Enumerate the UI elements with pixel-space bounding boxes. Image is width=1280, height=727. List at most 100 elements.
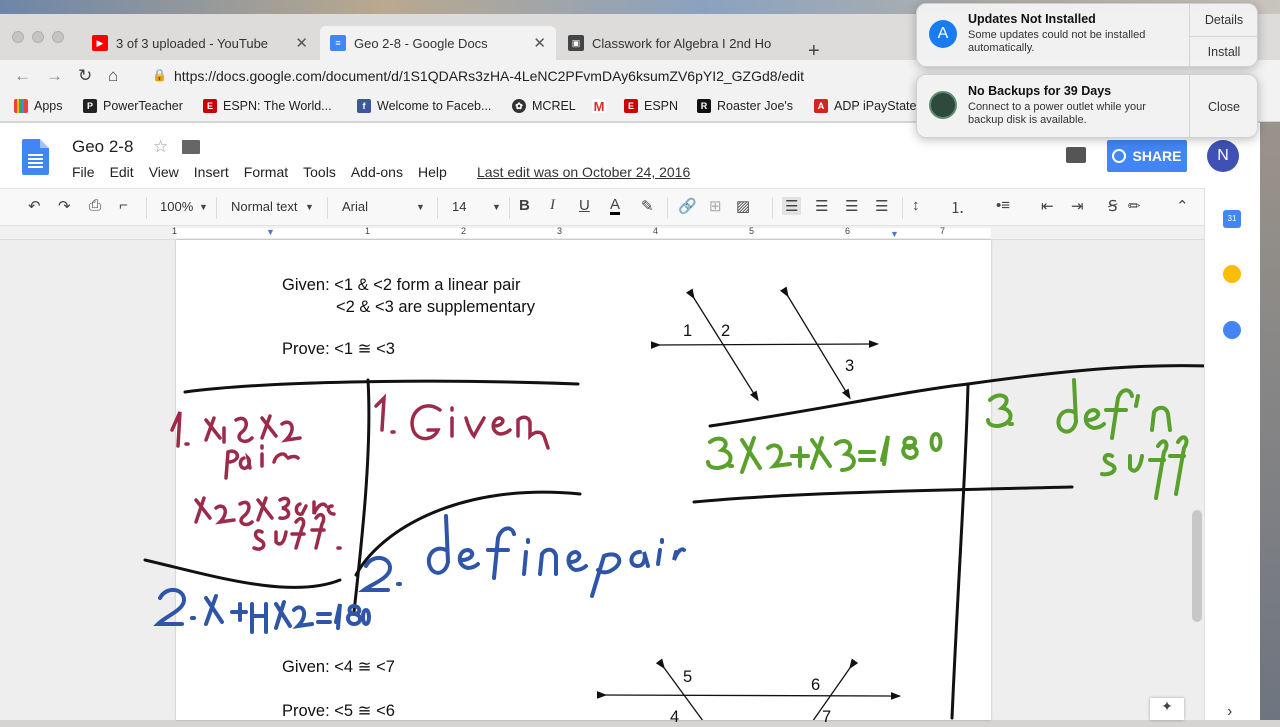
tab-classroom[interactable]: ▣ Classwork for Algebra I 2nd Ho <box>558 26 794 60</box>
bookmark-label: ESPN: The World... <box>223 99 332 113</box>
document-scrollbar[interactable] <box>1192 510 1202 622</box>
style-select[interactable]: Normal text <box>231 199 297 214</box>
tab-google-docs[interactable]: ≡ Geo 2-8 - Google Docs ✕ <box>320 26 556 60</box>
install-button[interactable]: Install <box>1190 45 1258 59</box>
bulleted-list-icon[interactable]: •≡ <box>996 197 1010 214</box>
google-docs-icon: ≡ <box>330 35 346 51</box>
notification-backups: No Backups for 39 Days Connect to a powe… <box>916 74 1258 138</box>
close-window-button[interactable] <box>12 31 24 43</box>
bookmark-roaster-joes[interactable]: R Roaster Joe's <box>697 99 793 113</box>
lock-icon: 🔒 <box>152 68 167 82</box>
last-edit-link[interactable]: Last edit was on October 24, 2016 <box>477 164 690 180</box>
italic-icon[interactable]: I <box>550 197 555 214</box>
text-color-icon[interactable]: A <box>610 197 621 215</box>
line-spacing-icon[interactable]: ↕ <box>912 197 920 214</box>
ruler: 1 1 2 3 4 5 6 7 ▼ ▼ <box>0 226 1204 240</box>
explore-button[interactable]: ✦ <box>1150 698 1184 720</box>
roaster-icon: R <box>697 99 711 113</box>
indent-marker-icon[interactable]: ▼ <box>266 227 275 237</box>
facebook-icon: f <box>357 99 371 113</box>
document-page[interactable]: Given: <1 & <2 form a linear pair <2 & <… <box>176 240 991 726</box>
tasks-icon[interactable] <box>1223 321 1241 339</box>
notification-title: No Backups for 39 Days <box>968 84 1112 98</box>
undo-icon[interactable]: ↶ <box>28 197 41 215</box>
bookmark-espn-world[interactable]: E ESPN: The World... <box>203 99 332 113</box>
link-icon[interactable]: 🔗 <box>678 197 697 215</box>
align-right-icon[interactable]: ☰ <box>845 197 858 215</box>
bookmark-apps[interactable]: Apps <box>14 99 63 113</box>
chevron-down-icon: ▼ <box>199 202 208 212</box>
menu-file[interactable]: File <box>72 164 95 180</box>
justify-icon[interactable]: ☰ <box>875 197 888 215</box>
decrease-indent-icon[interactable]: ⇤ <box>1041 197 1054 215</box>
comment-add-icon[interactable]: ⊞ <box>709 197 722 215</box>
app-store-icon: A <box>929 20 957 48</box>
align-center-icon[interactable]: ☰ <box>815 197 828 215</box>
bookmark-gmail[interactable]: M <box>592 99 612 114</box>
redo-icon[interactable]: ↷ <box>58 197 71 215</box>
details-button[interactable]: Details <box>1190 13 1258 27</box>
menu-edit[interactable]: Edit <box>110 164 134 180</box>
avatar[interactable]: N <box>1207 140 1239 172</box>
bookmark-powerteacher[interactable]: P PowerTeacher <box>83 99 183 113</box>
prove-statement-1: Prove: <1 ≅ <3 <box>282 340 395 358</box>
keep-icon[interactable] <box>1223 265 1241 283</box>
calendar-icon[interactable]: 31 <box>1223 210 1241 228</box>
bookmark-mcrel[interactable]: ✿ MCREL <box>512 99 576 113</box>
tab-youtube[interactable]: ▶ 3 of 3 uploaded - YouTube ✕ <box>82 26 318 60</box>
comments-icon[interactable] <box>1066 147 1086 163</box>
document-title[interactable]: Geo 2-8 <box>72 137 133 157</box>
align-left-icon[interactable]: ☰ <box>782 197 802 215</box>
font-size-select[interactable]: 14 <box>452 199 466 214</box>
close-tab-icon[interactable]: ✕ <box>533 34 546 52</box>
bookmark-espn[interactable]: E ESPN <box>624 99 678 113</box>
home-icon[interactable]: ⌂ <box>108 66 118 86</box>
print-icon[interactable]: ⎙ <box>89 197 101 214</box>
angle-diagram-2 <box>596 658 902 720</box>
formatting-toolbar: ↶ ↷ ⎙ ⌐ 100% ▼ Normal text ▼ Arial ▼ 14 … <box>0 188 1204 226</box>
clear-formatting-icon[interactable]: Ꞩ <box>1108 197 1118 215</box>
paint-format-icon[interactable]: ⌐ <box>119 197 128 214</box>
underline-icon[interactable]: U <box>579 197 590 214</box>
ruler-number: 7 <box>940 226 946 236</box>
menu-tools[interactable]: Tools <box>303 164 336 180</box>
image-icon[interactable]: ▨ <box>736 197 750 215</box>
angle-label: 5 <box>683 668 693 686</box>
folder-icon[interactable] <box>182 140 200 154</box>
menu-help[interactable]: Help <box>418 164 447 180</box>
font-select[interactable]: Arial <box>342 199 368 214</box>
highlight-icon[interactable]: ✎ <box>641 197 654 215</box>
share-button[interactable]: SHARE <box>1107 140 1187 172</box>
star-icon[interactable]: ☆ <box>153 137 168 157</box>
close-tab-icon[interactable]: ✕ <box>295 34 308 52</box>
back-arrow-icon[interactable]: ← <box>14 66 31 86</box>
bold-icon[interactable]: B <box>519 197 530 214</box>
angle-label: 3 <box>845 357 855 375</box>
minimize-window-button[interactable] <box>32 31 44 43</box>
angle-label: 4 <box>670 708 680 726</box>
editing-mode-icon[interactable]: ✏ <box>1128 197 1141 215</box>
menu-format[interactable]: Format <box>244 164 288 180</box>
forward-arrow-icon[interactable]: → <box>46 66 63 86</box>
chevron-down-icon: ▼ <box>492 202 501 212</box>
collapse-toolbar-icon[interactable]: ⌃ <box>1176 197 1189 215</box>
bookmark-facebook[interactable]: f Welcome to Faceb... <box>357 99 491 113</box>
close-button[interactable]: Close <box>1190 100 1258 114</box>
angle-label: 7 <box>822 708 832 726</box>
chevron-right-icon[interactable]: › <box>1227 703 1232 721</box>
zoom-select[interactable]: 100% <box>160 199 193 214</box>
increase-indent-icon[interactable]: ⇥ <box>1071 197 1084 215</box>
google-docs-logo-icon[interactable] <box>22 139 49 175</box>
notification-updates: A Updates Not Installed Some updates cou… <box>916 3 1258 67</box>
desktop-background <box>1260 122 1280 720</box>
right-indent-marker-icon[interactable]: ▼ <box>890 229 899 239</box>
menu-add-ons[interactable]: Add-ons <box>351 164 403 180</box>
bookmark-adp[interactable]: A ADP iPayState <box>814 99 916 113</box>
numbered-list-icon[interactable]: ⒈ <box>950 197 965 218</box>
reload-icon[interactable]: ↻ <box>78 66 92 86</box>
menu-insert[interactable]: Insert <box>194 164 229 180</box>
chevron-down-icon: ▼ <box>416 202 425 212</box>
menu-view[interactable]: View <box>149 164 179 180</box>
ruler-track[interactable] <box>176 228 991 238</box>
zoom-window-button[interactable] <box>52 31 64 43</box>
